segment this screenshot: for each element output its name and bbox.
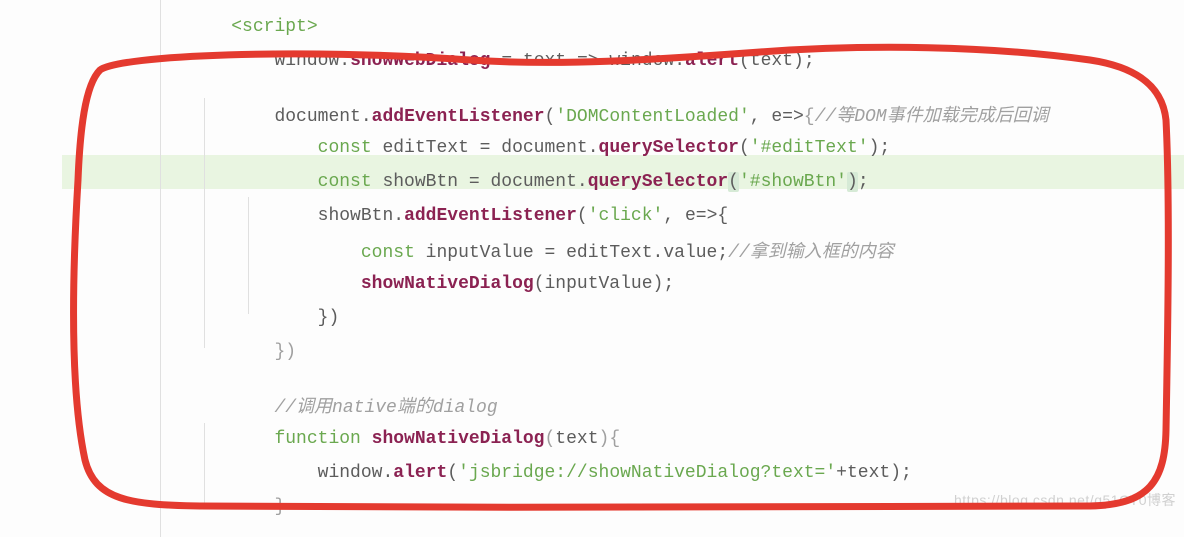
html-tag: <script> [231,17,317,37]
code-comment: //调用native端的dialog [274,398,497,418]
code-comment: //等DOM事件加载完成后回调 [815,107,1049,127]
paren-match: ) [847,172,858,192]
watermark: https://blog.csdn.net/q51CT0博客 [954,490,1176,510]
code-comment: //拿到输入框的内容 [728,243,894,263]
code-editor: <script> window.showWebDialog = text => … [0,0,1184,514]
paren-match: ( [728,172,739,192]
